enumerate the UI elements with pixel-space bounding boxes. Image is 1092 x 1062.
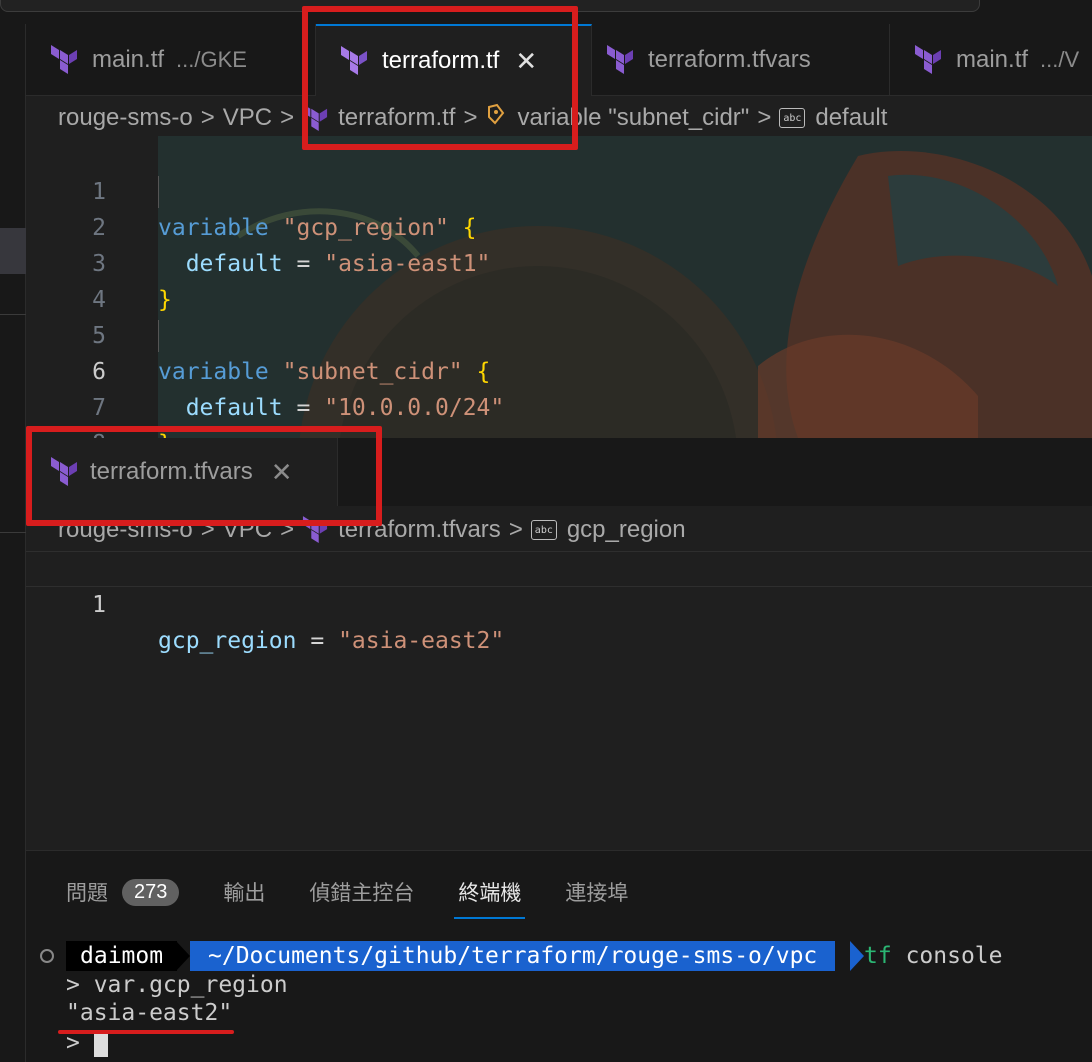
tab-label: main.tf: [956, 46, 1029, 73]
code-line-current: 6 default = "10.0.0.0/24": [26, 318, 1092, 421]
tab-label: 問題: [66, 882, 108, 905]
tab-label: 輸出: [223, 882, 266, 905]
annotation-box-terraform-tf: [302, 6, 578, 150]
indent-guide: [158, 320, 159, 352]
breadcrumb-separator: >: [757, 104, 772, 131]
annotation-box-terraform-tfvars: [26, 426, 382, 526]
command-name: tf: [864, 943, 892, 969]
tab-label: main.tf: [92, 46, 165, 73]
editor-terraform-tf[interactable]: 1 variable "gcp_region" { 2 default = "a…: [26, 136, 1092, 438]
command-args: console: [905, 943, 1003, 969]
tab-terminal[interactable]: 終端機: [454, 867, 526, 919]
breadcrumb-separator: >: [200, 104, 215, 131]
tab-terraform-tfvars[interactable]: terraform.tfvars: [592, 24, 890, 96]
terminal-cursor: [93, 1030, 108, 1057]
activity-divider: [0, 314, 26, 315]
operator: =: [310, 628, 325, 654]
activity-divider: [0, 532, 26, 533]
code-line[interactable]: 1 gcp_region = "asia-east2": [26, 551, 1092, 654]
tab-label: 連接埠: [565, 882, 629, 905]
code-line: 3 }: [26, 210, 1092, 313]
terminal-command: tf console: [864, 941, 1003, 971]
breadcrumb-item[interactable]: rouge-sms-o: [58, 104, 193, 132]
prompt-separator-arrow: [850, 941, 864, 971]
tab-description: .../V: [1040, 47, 1080, 72]
breadcrumb-separator: >: [508, 516, 523, 543]
tab-main-tf-gke[interactable]: main.tf .../GKE: [26, 24, 316, 96]
annotation-underline: [58, 1030, 234, 1034]
indent-guide: [158, 176, 159, 208]
activity-bar: [0, 24, 26, 1062]
panel-tabs: 問題 273 輸出 偵錯主控台 終端機 連接埠: [66, 867, 672, 919]
terraform-icon: [50, 45, 78, 75]
tab-label: terraform.tfvars: [648, 46, 811, 73]
string-symbol-icon: abc: [530, 520, 557, 540]
prompt-separator-arrow: [176, 941, 190, 971]
string: "asia-east2": [338, 628, 505, 654]
terraform-icon: [606, 45, 634, 75]
command-status-circle-icon: [40, 949, 54, 963]
breadcrumb-item[interactable]: VPC: [223, 104, 272, 132]
code-line: 4: [26, 246, 1092, 313]
code-line: 2 default = "asia-east1": [26, 174, 1092, 277]
prompt-user-segment: daimom: [66, 941, 178, 971]
attribute: gcp_region: [158, 628, 297, 654]
terraform-icon: [914, 45, 942, 75]
line-number: 1: [92, 592, 106, 618]
breadcrumb-item[interactable]: gcp_region: [567, 516, 686, 544]
tab-main-tf-vpc[interactable]: main.tf .../V: [890, 24, 1092, 96]
code-line: 5 variable "subnet_cidr" {: [26, 282, 1092, 385]
prompt-path-segment: ~/Documents/github/terraform/rouge-sms-o…: [190, 941, 836, 971]
string-symbol-icon: abc: [779, 108, 806, 128]
tab-problems[interactable]: 問題 273: [66, 867, 180, 917]
terminal-output: "asia-east2": [66, 1000, 233, 1026]
terminal-line: > var.gcp_region: [66, 972, 288, 998]
tab-label: 偵錯主控台: [309, 882, 415, 905]
problems-count-badge: 273: [122, 878, 180, 906]
tab-label: 終端機: [458, 882, 522, 905]
tab-ports[interactable]: 連接埠: [565, 867, 628, 917]
code-line: 7 }: [26, 354, 1092, 438]
breadcrumb-item[interactable]: default: [815, 104, 887, 132]
tab-description: .../GKE: [176, 47, 247, 72]
activity-bar-selected-item[interactable]: [0, 228, 26, 274]
tab-output[interactable]: 輸出: [223, 867, 265, 917]
breadcrumb-separator: >: [280, 104, 295, 131]
tab-debug-console[interactable]: 偵錯主控台: [309, 867, 414, 917]
code-line: 8: [26, 390, 1092, 438]
